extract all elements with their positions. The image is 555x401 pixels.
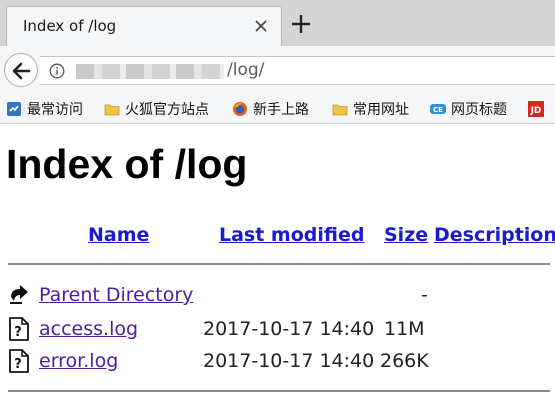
- column-header-size[interactable]: Size: [384, 224, 428, 246]
- bookmark-page-title[interactable]: CE 网页标题: [430, 99, 507, 119]
- folder-icon: [104, 104, 120, 116]
- new-tab-icon[interactable]: [290, 13, 312, 35]
- bookmark-common-sites[interactable]: 常用网址: [332, 99, 409, 119]
- info-icon[interactable]: [49, 63, 65, 79]
- back-button[interactable]: [4, 53, 38, 87]
- bookmark-firefox-official[interactable]: 火狐官方站点: [104, 99, 209, 119]
- back-arrow-icon: [12, 62, 31, 80]
- page-content: Index of /log Name Last modified Size De…: [0, 125, 555, 401]
- jd-icon: JD: [528, 101, 544, 117]
- url-path: /log/: [227, 60, 265, 80]
- link-error-log[interactable]: error.log: [39, 350, 118, 372]
- bookmark-label: 最常访问: [27, 102, 83, 118]
- bookmark-jd[interactable]: JD: [528, 99, 549, 119]
- bookmark-label: 常用网址: [353, 102, 409, 118]
- ce-icon: CE: [430, 104, 446, 114]
- bookmark-label: 新手上路: [253, 102, 309, 118]
- svg-text:CE: CE: [433, 106, 443, 114]
- divider-bottom: [8, 390, 550, 392]
- firefox-icon: [233, 102, 247, 116]
- navigation-bar: /log/: [0, 46, 555, 94]
- column-header-description[interactable]: Description: [434, 224, 555, 246]
- bookmark-getting-started[interactable]: 新手上路: [232, 99, 309, 119]
- bookmark-most-visited[interactable]: 最常访问: [6, 99, 83, 119]
- size-error-log: 266K: [380, 350, 429, 372]
- size-access-log: 11M: [384, 318, 425, 340]
- tab-title: Index of /log: [23, 17, 117, 35]
- tab-active[interactable]: Index of /log: [6, 6, 282, 46]
- svg-text:?: ?: [14, 357, 22, 372]
- divider-top: [8, 263, 550, 265]
- modified-error-log: 2017-10-17 14:40: [203, 350, 375, 372]
- bookmark-label: 火狐官方站点: [125, 102, 209, 118]
- column-header-last-modified[interactable]: Last modified: [219, 224, 364, 246]
- address-bar[interactable]: /log/: [40, 56, 555, 85]
- svg-text:?: ?: [14, 325, 22, 340]
- tab-strip: Index of /log: [0, 0, 555, 46]
- modified-access-log: 2017-10-17 14:40: [203, 318, 375, 340]
- link-parent-directory[interactable]: Parent Directory: [39, 284, 193, 306]
- unknown-file-icon: ?: [9, 317, 29, 341]
- column-header-name[interactable]: Name: [88, 224, 149, 246]
- unknown-file-icon: ?: [9, 349, 29, 373]
- most-visited-icon: [7, 102, 21, 116]
- parent-directory-icon: [10, 285, 28, 304]
- redacted-host: [76, 64, 224, 79]
- bookmark-label: 网页标题: [451, 102, 507, 118]
- close-tab-icon[interactable]: [251, 16, 271, 36]
- page-title: Index of /log: [6, 141, 248, 187]
- bookmarks-toolbar: 最常访问 火狐官方站点 新手上路 常用网址 CE 网页标题 JD: [0, 94, 555, 124]
- svg-text:JD: JD: [530, 106, 542, 116]
- size-parent-directory: -: [421, 284, 428, 306]
- folder-icon: [332, 104, 348, 116]
- link-access-log[interactable]: access.log: [39, 318, 138, 340]
